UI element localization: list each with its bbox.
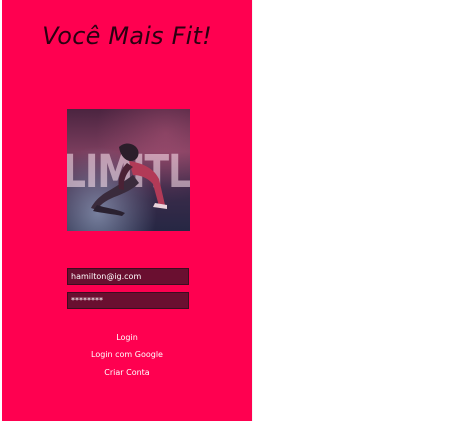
athlete-figure <box>91 143 167 216</box>
email-field[interactable] <box>67 268 189 285</box>
login-google-button[interactable]: Login com Google <box>2 350 252 359</box>
password-field[interactable] <box>67 292 189 309</box>
app-screen: Você Mais Fit! LIMITLESS Login Login com… <box>2 0 252 421</box>
create-account-button[interactable]: Criar Conta <box>2 368 252 377</box>
login-button[interactable]: Login <box>2 333 252 342</box>
app-title: Você Mais Fit! <box>42 22 212 50</box>
hero-image: LIMITLESS <box>67 109 190 231</box>
